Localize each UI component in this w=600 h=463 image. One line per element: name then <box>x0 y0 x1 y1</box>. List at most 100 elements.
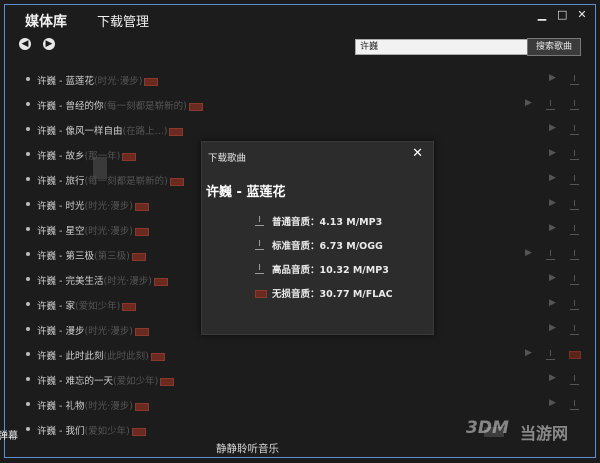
hq-badge-icon <box>169 127 184 136</box>
back-icon[interactable]: ◀ <box>19 38 31 50</box>
download-icon[interactable] <box>570 125 579 135</box>
download-icon[interactable] <box>570 175 579 185</box>
download-icon[interactable] <box>546 350 555 360</box>
search-input[interactable]: 许巍 <box>355 39 530 55</box>
play-icon[interactable]: ▶ <box>549 273 556 283</box>
play-icon[interactable]: ▶ <box>549 148 556 158</box>
download-icon[interactable] <box>570 400 579 410</box>
song-title: 许巍 - 星空 <box>37 226 85 237</box>
play-icon[interactable]: ▶ <box>525 348 532 358</box>
play-icon[interactable]: ▶ <box>549 223 556 233</box>
danmaku-label[interactable]: 弹幕 <box>0 427 18 442</box>
quality-label: 无损音质：30.77 M/FLAC <box>272 289 393 300</box>
download-icon[interactable] <box>570 150 579 160</box>
tagline: 静静聆听音乐 <box>216 443 279 455</box>
play-icon[interactable]: ▶ <box>549 398 556 408</box>
download-icon[interactable] <box>570 75 579 85</box>
song-row[interactable]: 许巍 - 难忘的一天(爱如少年) ▶ <box>5 367 595 392</box>
maximize-icon[interactable]: □ <box>557 8 567 21</box>
song-album: (时光·漫步) <box>84 401 133 412</box>
hq-badge-icon <box>134 327 149 336</box>
app-window: 媒体库 下载管理 ▁ □ ✕ ◀ ▶ 许巍 搜索歌曲 许巍 - 蓝莲花(时光·漫… <box>4 4 596 458</box>
dialog-title: 下载歌曲 <box>208 153 247 164</box>
forward-icon[interactable]: ▶ <box>43 38 55 50</box>
song-title: 许巍 - 时光 <box>37 201 85 212</box>
song-row[interactable]: 许巍 - 此时此刻(此时此刻) ▶ <box>5 342 595 367</box>
play-icon[interactable]: ▶ <box>549 373 556 383</box>
song-title: 许巍 - 完美生活 <box>37 276 104 287</box>
hq-badge-icon <box>134 227 149 236</box>
play-icon[interactable]: ▶ <box>525 248 532 258</box>
bullet-icon <box>26 252 30 256</box>
song-title: 许巍 - 此时此刻 <box>37 351 104 362</box>
song-title: 许巍 - 难忘的一天 <box>37 376 113 387</box>
download-icon[interactable] <box>570 325 579 335</box>
bullet-icon <box>26 102 30 106</box>
download-icon[interactable] <box>570 200 579 210</box>
bullet-icon <box>26 352 30 356</box>
hq-badge-icon <box>188 102 203 111</box>
play-icon[interactable]: ▶ <box>549 123 556 133</box>
song-text: 许巍 - 漫步(时光·漫步) <box>37 323 149 337</box>
download-icon[interactable] <box>570 100 579 110</box>
song-text: 许巍 - 难忘的一天(爱如少年) <box>37 373 175 387</box>
song-row[interactable]: 许巍 - 蓝莲花(时光·漫步) ▶ <box>5 67 595 92</box>
page-title[interactable]: 下载管理 <box>97 11 149 30</box>
hq-badge-icon <box>160 377 175 386</box>
download-icon[interactable] <box>546 100 555 110</box>
hq-badge-icon <box>131 427 146 436</box>
hq-badge-icon <box>122 152 137 161</box>
hq-badge-icon <box>131 252 146 261</box>
quality-label: 高品音质：10.32 M/MP3 <box>272 265 389 276</box>
song-row[interactable]: 许巍 - 曾经的你(每一刻都是崭新的) ▶ <box>5 92 595 117</box>
song-text: 许巍 - 家(爱如少年) <box>37 298 137 312</box>
song-text: 许巍 - 像风一样自由(在路上...) <box>37 123 184 137</box>
quality-label: 普通音质：4.13 M/MP3 <box>272 217 383 228</box>
minimize-icon[interactable]: ▁ <box>537 8 547 21</box>
song-text: 许巍 - 星空(时光·漫步) <box>37 223 149 237</box>
download-dialog: 下载歌曲 ✕ 许巍 - 蓝莲花 普通音质：4.13 M/MP3 标准音质：6.7… <box>201 141 434 335</box>
play-icon[interactable]: ▶ <box>525 98 532 108</box>
song-text: 许巍 - 我们(爱如少年) <box>37 423 146 437</box>
lossless-icon[interactable] <box>569 351 581 359</box>
song-title: 许巍 - 旅行 <box>37 176 85 187</box>
play-icon[interactable]: ▶ <box>549 73 556 83</box>
song-album: (时光·漫步) <box>84 326 133 337</box>
play-icon[interactable]: ▶ <box>549 173 556 183</box>
bullet-icon <box>26 177 30 181</box>
song-text: 许巍 - 故乡(那一年) <box>37 148 137 162</box>
song-album: (每一刻都是崭新的) <box>84 176 168 187</box>
play-icon[interactable]: ▶ <box>549 298 556 308</box>
bullet-icon <box>26 127 30 131</box>
download-icon[interactable] <box>570 300 579 310</box>
song-row[interactable]: 许巍 - 礼物(时光·漫步) ▶ <box>5 392 595 417</box>
download-icon[interactable] <box>570 250 579 260</box>
song-text: 许巍 - 完美生活(时光·漫步) <box>37 273 168 287</box>
search-button[interactable]: 搜索歌曲 <box>527 38 581 56</box>
quality-label: 标准音质：6.73 M/OGG <box>272 241 383 252</box>
hq-badge-icon <box>153 277 168 286</box>
download-icon[interactable] <box>570 275 579 285</box>
brand-label[interactable]: 媒体库 <box>25 11 67 31</box>
song-text: 许巍 - 礼物(时光·漫步) <box>37 398 149 412</box>
bullet-icon <box>26 227 30 231</box>
bullet-icon <box>26 427 30 431</box>
song-text: 许巍 - 蓝莲花(时光·漫步) <box>37 73 159 87</box>
song-text: 许巍 - 第三极(第三极) <box>37 248 146 262</box>
song-title: 许巍 - 家 <box>37 301 75 312</box>
download-icon[interactable] <box>570 225 579 235</box>
download-icon[interactable] <box>570 375 579 385</box>
song-row[interactable]: 许巍 - 像风一样自由(在路上...) ▶ <box>5 117 595 142</box>
song-text: 许巍 - 曾经的你(每一刻都是崭新的) <box>37 98 203 112</box>
bullet-icon <box>26 302 30 306</box>
play-icon[interactable]: ▶ <box>549 198 556 208</box>
download-icon[interactable] <box>546 250 555 260</box>
song-title: 许巍 - 蓝莲花 <box>37 76 94 87</box>
song-album: (爱如少年) <box>84 426 130 437</box>
song-title: 许巍 - 礼物 <box>37 401 85 412</box>
song-album: (每一刻都是崭新的) <box>103 101 187 112</box>
close-icon[interactable]: ✕ <box>577 8 587 21</box>
song-album: (此时此刻) <box>103 351 149 362</box>
play-icon[interactable]: ▶ <box>549 323 556 333</box>
close-icon[interactable]: ✕ <box>412 146 423 161</box>
